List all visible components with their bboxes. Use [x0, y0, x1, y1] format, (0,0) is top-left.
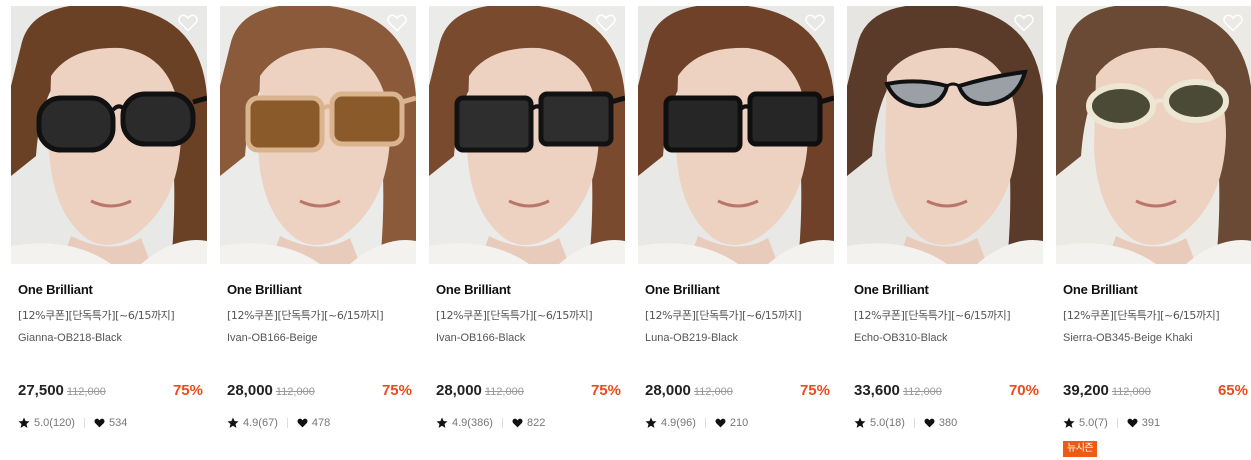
original-price: 112,000: [275, 386, 315, 398]
product-promo[interactable]: [12%쿠폰][단독특가][~6/15까지]: [227, 307, 384, 323]
sale-price-value: 28,000: [645, 382, 691, 399]
product-model[interactable]: Sierra-OB345-Beige Khaki: [1063, 332, 1193, 344]
heart-filled-icon: [297, 418, 308, 428]
sale-price: 27,500 112,000: [18, 382, 106, 399]
discount-rate: 65%: [1217, 382, 1248, 399]
heart-outline-icon[interactable]: [1014, 14, 1034, 32]
product-card[interactable]: One Brilliant [12%쿠폰][단독특가][~6/15까지] Ivan-…: [220, 6, 416, 456]
product-model[interactable]: Echo-OB310-Black: [854, 332, 948, 344]
likes-count: 391: [1141, 417, 1161, 429]
divider: [913, 418, 915, 428]
rating-text: 5.0(120): [34, 417, 75, 429]
product-image[interactable]: [429, 6, 625, 264]
product-grid: One Brilliant [12%쿠폰][단독특가][~6/15까지] Giann…: [0, 0, 1251, 460]
star-icon: [227, 417, 239, 428]
heart-filled-icon: [715, 418, 726, 428]
likes-count: 534: [108, 417, 128, 429]
product-promo[interactable]: [12%쿠폰][단독특가][~6/15까지]: [1063, 307, 1220, 323]
likes-count: 380: [938, 417, 958, 429]
star-icon: [436, 417, 448, 428]
new-season-badge: 뉴시즌: [1063, 441, 1098, 457]
rating-text: 4.9(67): [243, 417, 278, 429]
rating-text: 4.9(96): [661, 417, 696, 429]
heart-outline-icon[interactable]: [1223, 14, 1243, 32]
product-stats: 5.0(120) 534: [18, 417, 127, 429]
likes-count: 210: [729, 417, 749, 429]
original-price: 112,000: [902, 386, 942, 398]
product-card[interactable]: One Brilliant [12%쿠폰][단독특가][~6/15까지] Ivan-…: [429, 6, 625, 456]
original-price: 112,000: [693, 386, 733, 398]
heart-outline-icon[interactable]: [387, 14, 407, 32]
star-icon: [1063, 417, 1075, 428]
product-promo[interactable]: [12%쿠폰][단독특가][~6/15까지]: [645, 307, 802, 323]
discount-rate: 75%: [590, 382, 621, 399]
product-promo[interactable]: [12%쿠폰][단독특가][~6/15까지]: [436, 307, 593, 323]
divider: [501, 418, 503, 428]
rating-text: 4.9(386): [452, 417, 493, 429]
product-image[interactable]: [11, 6, 207, 264]
original-price: 112,000: [1111, 386, 1151, 398]
likes-count: 478: [311, 417, 331, 429]
product-card[interactable]: One Brilliant [12%쿠폰][단독특가][~6/15까지] Echo-…: [847, 6, 1043, 456]
divider: [1116, 418, 1118, 428]
heart-outline-icon[interactable]: [178, 14, 198, 32]
product-promo[interactable]: [12%쿠폰][단독특가][~6/15까지]: [18, 307, 175, 323]
star-icon: [645, 417, 657, 428]
discount-rate: 75%: [381, 382, 412, 399]
product-image[interactable]: [847, 6, 1043, 264]
product-stats: 4.9(96) 210: [645, 417, 748, 429]
sale-price-value: 39,200: [1063, 382, 1109, 399]
product-brand[interactable]: One Brilliant: [645, 282, 720, 297]
sale-price-value: 33,600: [854, 382, 900, 399]
sale-price: 39,200 112,000: [1063, 382, 1151, 399]
star-icon: [854, 417, 866, 428]
product-card[interactable]: One Brilliant [12%쿠폰][단독특가][~6/15까지] Giann…: [11, 6, 207, 456]
divider: [83, 418, 85, 428]
discount-rate: 75%: [799, 382, 830, 399]
product-brand[interactable]: One Brilliant: [1063, 282, 1138, 297]
discount-rate: 70%: [1008, 382, 1039, 399]
sale-price: 28,000 112,000: [227, 382, 315, 399]
divider: [704, 418, 706, 428]
divider: [286, 418, 288, 428]
heart-filled-icon: [94, 418, 105, 428]
heart-filled-icon: [924, 418, 935, 428]
product-stats: 5.0(18) 380: [854, 417, 957, 429]
sale-price-value: 28,000: [227, 382, 273, 399]
product-model[interactable]: Luna-OB219-Black: [645, 332, 738, 344]
product-promo[interactable]: [12%쿠폰][단독특가][~6/15까지]: [854, 307, 1011, 323]
sale-price: 28,000 112,000: [436, 382, 524, 399]
heart-outline-icon[interactable]: [596, 14, 616, 32]
heart-filled-icon: [1127, 418, 1138, 428]
product-brand[interactable]: One Brilliant: [227, 282, 302, 297]
sale-price: 33,600 112,000: [854, 382, 942, 399]
product-image[interactable]: [1056, 6, 1251, 264]
product-stats: 5.0(7) 391: [1063, 417, 1160, 429]
sale-price: 28,000 112,000: [645, 382, 733, 399]
product-stats: 4.9(386) 822: [436, 417, 545, 429]
star-icon: [18, 417, 30, 428]
original-price: 112,000: [66, 386, 106, 398]
likes-count: 822: [526, 417, 546, 429]
product-brand[interactable]: One Brilliant: [18, 282, 93, 297]
product-model[interactable]: Gianna-OB218-Black: [18, 332, 122, 344]
sale-price-value: 27,500: [18, 382, 64, 399]
sale-price-value: 28,000: [436, 382, 482, 399]
product-model[interactable]: Ivan-OB166-Beige: [227, 332, 318, 344]
rating-text: 5.0(18): [870, 417, 905, 429]
product-brand[interactable]: One Brilliant: [436, 282, 511, 297]
discount-rate: 75%: [172, 382, 203, 399]
product-brand[interactable]: One Brilliant: [854, 282, 929, 297]
original-price: 112,000: [484, 386, 524, 398]
rating-text: 5.0(7): [1079, 417, 1108, 429]
product-card[interactable]: One Brilliant [12%쿠폰][단독특가][~6/15까지] Sierr…: [1056, 6, 1251, 457]
product-image[interactable]: [220, 6, 416, 264]
heart-filled-icon: [512, 418, 523, 428]
product-stats: 4.9(67) 478: [227, 417, 330, 429]
product-model[interactable]: Ivan-OB166-Black: [436, 332, 525, 344]
heart-outline-icon[interactable]: [805, 14, 825, 32]
product-image[interactable]: [638, 6, 834, 264]
product-card[interactable]: One Brilliant [12%쿠폰][단독특가][~6/15까지] Luna-…: [638, 6, 834, 456]
